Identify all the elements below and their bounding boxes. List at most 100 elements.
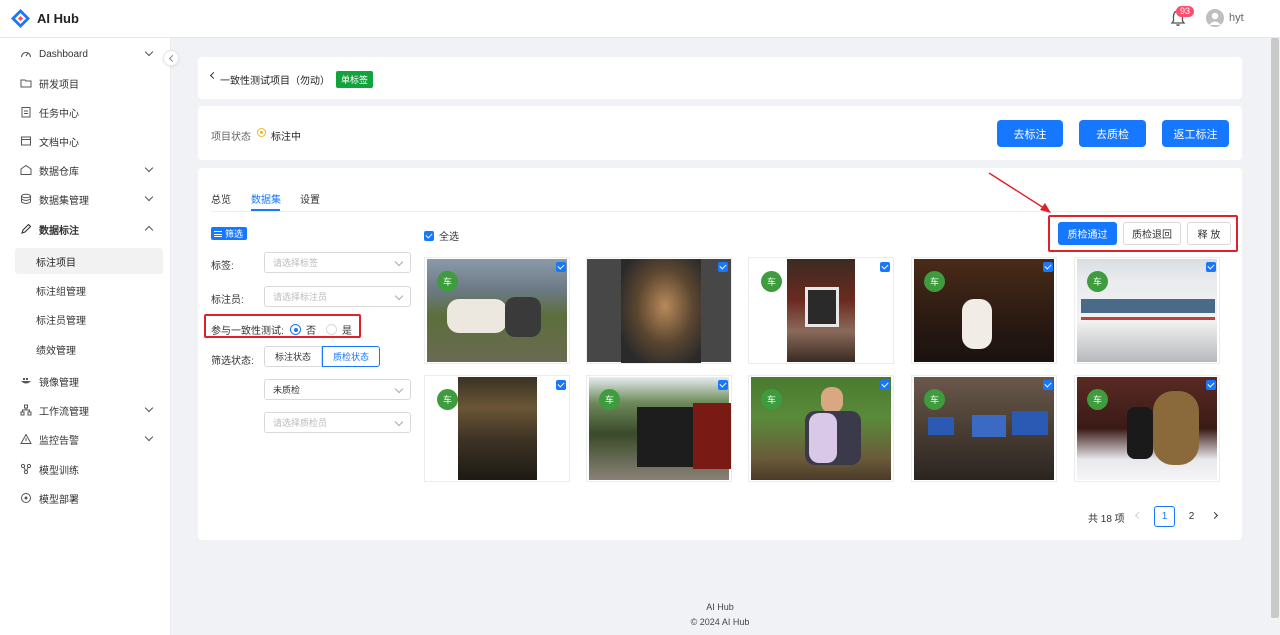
qc-status-segment[interactable]: 质检状态 bbox=[322, 346, 380, 367]
label-chip: 车 bbox=[1087, 271, 1108, 292]
user-icon bbox=[1209, 12, 1221, 25]
sidebar-item-projects[interactable]: 研发项目 bbox=[15, 70, 163, 96]
tab-overview[interactable]: 总览 bbox=[211, 191, 231, 206]
pagination-page-1[interactable]: 1 bbox=[1154, 506, 1175, 527]
filter-toggle[interactable]: 筛选 bbox=[211, 227, 248, 240]
checkbox-checked-icon[interactable] bbox=[1043, 262, 1053, 272]
sidebar-item-tasks[interactable]: 任务中心 bbox=[15, 99, 163, 125]
sidebar-item-workflows[interactable]: 工作流管理 bbox=[15, 397, 163, 423]
checkbox-checked-icon[interactable] bbox=[1043, 380, 1053, 390]
image-card[interactable]: 车 bbox=[911, 375, 1057, 482]
workflow-icon bbox=[20, 404, 32, 416]
consistency-radio-yes[interactable]: 是 bbox=[326, 322, 352, 337]
radio-label: 是 bbox=[342, 326, 352, 337]
release-button[interactable]: 释 放 bbox=[1187, 222, 1231, 245]
sidebar-item-annotators[interactable]: 标注员管理 bbox=[15, 306, 163, 332]
sidebar-item-label: 工作流管理 bbox=[39, 406, 89, 418]
sidebar-item-label: 标注员管理 bbox=[36, 315, 86, 327]
user-avatar[interactable] bbox=[1206, 9, 1224, 27]
image-card[interactable]: 车 bbox=[1074, 257, 1220, 364]
radio-label: 否 bbox=[306, 326, 316, 337]
go-qc-button[interactable]: 去质检 bbox=[1079, 120, 1146, 147]
image-card[interactable]: 车 bbox=[911, 257, 1057, 364]
consistency-label: 参与一致性测试: bbox=[211, 326, 284, 337]
label-chip: 车 bbox=[924, 389, 945, 410]
rework-button[interactable]: 返工标注 bbox=[1162, 120, 1229, 147]
sidebar-item-label: 文档中心 bbox=[39, 137, 79, 149]
image-card[interactable]: 车 bbox=[748, 375, 894, 482]
pagination-prev-icon[interactable] bbox=[1134, 511, 1143, 520]
annotation-status-segment[interactable]: 标注状态 bbox=[264, 346, 322, 367]
label-chip: 车 bbox=[924, 271, 945, 292]
sidebar-item-images[interactable]: 镜像管理 bbox=[15, 368, 163, 394]
sidebar-item-dashboard[interactable]: Dashboard bbox=[15, 41, 163, 67]
checkbox-checked-icon[interactable] bbox=[880, 262, 890, 272]
username[interactable]: hyt bbox=[1229, 12, 1244, 24]
label-chip: 车 bbox=[437, 271, 458, 292]
footer-title: AI Hub bbox=[706, 602, 734, 612]
checkbox-checked-icon[interactable] bbox=[880, 380, 890, 390]
project-state-label: 项目状态 bbox=[211, 132, 251, 143]
chevron-down-icon bbox=[144, 403, 154, 413]
chevron-down-icon bbox=[144, 432, 154, 442]
image-window-flowers bbox=[787, 259, 855, 362]
sidebar-item-monitoring[interactable]: 监控告警 bbox=[15, 426, 163, 452]
annotator-select[interactable]: 请选择标注员 bbox=[264, 286, 411, 307]
go-annotate-button[interactable]: 去标注 bbox=[997, 120, 1063, 147]
sidebar-item-warehouse[interactable]: 数据仓库 bbox=[15, 157, 163, 183]
qc-pass-button[interactable]: 质检通过 bbox=[1058, 222, 1117, 245]
checkbox-checked-icon[interactable] bbox=[1206, 380, 1216, 390]
qc-status-select[interactable]: 未质检 bbox=[264, 379, 411, 400]
pagination-page-2[interactable]: 2 bbox=[1181, 506, 1202, 527]
checkbox-checked-icon[interactable] bbox=[556, 380, 566, 390]
select-all-checkbox[interactable]: 全选 bbox=[424, 228, 459, 243]
image-card[interactable]: 车 bbox=[748, 257, 894, 364]
sidebar-item-label: 标注项目 bbox=[36, 257, 76, 269]
chevron-down-icon bbox=[144, 47, 154, 57]
page-scrollbar[interactable] bbox=[1271, 38, 1279, 618]
label-chip: 车 bbox=[599, 389, 620, 410]
sidebar-item-label: 标注组管理 bbox=[36, 286, 86, 298]
sidebar-item-label: 研发项目 bbox=[39, 79, 79, 91]
filter-tag-label: 筛选 bbox=[225, 229, 244, 239]
image-card[interactable]: 车 bbox=[1074, 375, 1220, 482]
tab-settings[interactable]: 设置 bbox=[300, 191, 320, 206]
footer-copyright: © 2024 AI Hub bbox=[690, 617, 750, 627]
sidebar-item-annotation-groups[interactable]: 标注组管理 bbox=[15, 277, 163, 303]
consistency-radio-no[interactable]: 否 bbox=[290, 322, 316, 337]
image-card[interactable] bbox=[586, 257, 732, 364]
notification-badge: 93 bbox=[1176, 6, 1195, 17]
sidebar-item-docs[interactable]: 文档中心 bbox=[15, 128, 163, 154]
checkbox-checked-icon[interactable] bbox=[556, 262, 566, 272]
clipboard-icon bbox=[21, 107, 31, 118]
database-icon bbox=[21, 193, 31, 204]
sidebar-item-annotation-projects[interactable]: 标注项目 bbox=[15, 248, 163, 274]
sidebar-item-deployment[interactable]: 模型部署 bbox=[15, 485, 163, 511]
qc-person-select[interactable]: 请选择质检员 bbox=[264, 412, 411, 433]
sidebar-item-training[interactable]: 模型训练 bbox=[15, 456, 163, 482]
pagination-next-icon[interactable] bbox=[1210, 511, 1219, 520]
deploy-icon bbox=[21, 493, 31, 503]
sidebar-item-label: 任务中心 bbox=[39, 108, 79, 120]
back-arrow-icon[interactable] bbox=[209, 71, 218, 80]
image-card[interactable]: 车 bbox=[586, 375, 732, 482]
sidebar-item-performance[interactable]: 绩效管理 bbox=[15, 336, 163, 362]
image-card[interactable]: 车 bbox=[424, 375, 570, 482]
checkbox-checked-icon[interactable] bbox=[718, 262, 728, 272]
annotate-icon bbox=[21, 223, 32, 234]
checkbox-checked-icon[interactable] bbox=[1206, 262, 1216, 272]
tab-dataset[interactable]: 数据集 bbox=[251, 191, 281, 206]
sidebar-item-datasets[interactable]: 数据集管理 bbox=[15, 186, 163, 212]
sidebar-item-annotation[interactable]: 数据标注 bbox=[15, 216, 163, 242]
status-filter-label: 筛选状态: bbox=[211, 356, 254, 367]
app-logo[interactable]: AI Hub bbox=[10, 8, 79, 29]
image-card[interactable]: 车 bbox=[424, 257, 570, 364]
sidebar-item-label: Dashboard bbox=[39, 48, 88, 60]
pagination-total: 共 18 项 bbox=[1088, 514, 1125, 525]
sidebar-collapse-button[interactable] bbox=[163, 50, 179, 66]
top-header: AI Hub 93 hyt bbox=[0, 0, 1280, 38]
qc-reject-button[interactable]: 质检退回 bbox=[1123, 222, 1181, 245]
checkbox-checked-icon[interactable] bbox=[718, 380, 728, 390]
folder-icon bbox=[20, 79, 32, 88]
label-select[interactable]: 请选择标签 bbox=[264, 252, 411, 273]
